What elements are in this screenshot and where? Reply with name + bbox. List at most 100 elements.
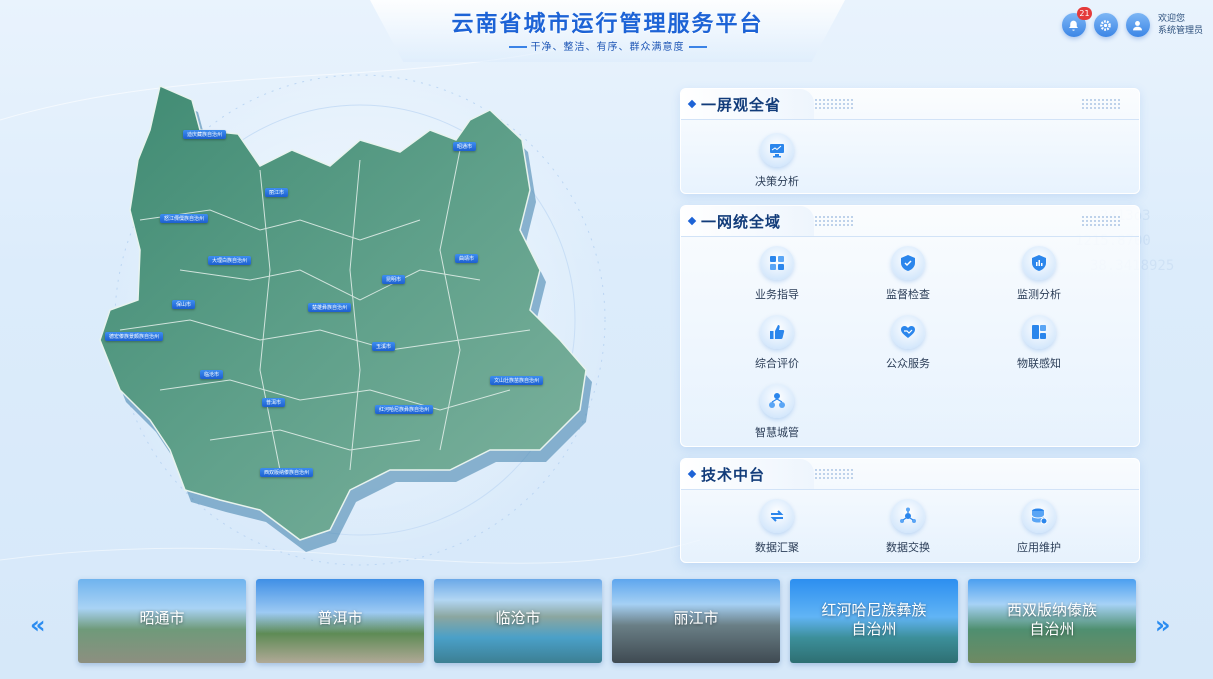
thumbs-up-icon (760, 315, 794, 349)
city-name: 普洱市 (317, 609, 363, 627)
diamond-icon (687, 99, 697, 109)
city-name: 昭通市 (139, 609, 185, 627)
item-label: 综合评价 (755, 357, 799, 370)
item-label: 监测分析 (1017, 288, 1061, 301)
gear-icon (1100, 19, 1112, 31)
item-label: 监督检查 (886, 288, 930, 301)
database-icon (1022, 499, 1056, 533)
welcome-greeting: 欢迎您 (1157, 14, 1185, 24)
map-region-label[interactable]: 怒江傈僳族自治州 (160, 214, 209, 223)
city-name: 丽江市 (673, 609, 719, 627)
user-avatar-button[interactable] (1125, 13, 1150, 37)
map-region-label[interactable]: 德宏傣族景颇族自治州 (105, 332, 164, 341)
city-card-honghe[interactable]: 红河哈尼族彝族 自治州 (790, 579, 958, 663)
item-label: 应用维护 (1017, 541, 1061, 554)
iot-icon (1022, 315, 1056, 349)
city-name: 西双版纳傣族 自治州 (1006, 601, 1097, 638)
item-smart-city-mgmt[interactable]: 智慧城管 (732, 384, 822, 440)
item-app-maintenance[interactable]: 应用维护 (994, 499, 1084, 555)
panel-tab: 技术中台 (681, 459, 814, 489)
map-region-label[interactable]: 玉溪市 (372, 342, 396, 351)
dots-decoration (814, 98, 854, 110)
item-label: 业务指导 (755, 288, 799, 301)
map-region-label[interactable]: 丽江市 (265, 188, 289, 197)
slogan-bar-right (688, 46, 707, 48)
diamond-icon (687, 216, 697, 226)
panel-tab: 一网统全域 (681, 206, 814, 236)
panel-province-view: 一屏观全省 决策分析 (680, 88, 1140, 194)
city-name: 临沧市 (495, 609, 541, 627)
notification-badge: 21 (1076, 7, 1092, 20)
diamond-icon (687, 469, 697, 479)
carousel-prev-button[interactable]: « (30, 611, 45, 639)
exchange-icon (891, 499, 925, 533)
map-region-label[interactable]: 保山市 (172, 300, 196, 309)
item-iot-sensing[interactable]: 物联感知 (994, 315, 1084, 371)
item-label: 智慧城管 (755, 426, 799, 439)
user-icon (1133, 20, 1143, 30)
item-business-guidance[interactable]: 业务指导 (732, 246, 822, 302)
welcome-text: 欢迎您 系统管理员 (1158, 13, 1203, 37)
network-icon (760, 384, 794, 418)
map-region-label[interactable]: 昆明市 (382, 275, 406, 284)
notification-button[interactable]: 21 (1061, 7, 1092, 37)
map-region-label[interactable]: 大理白族自治州 (208, 256, 252, 265)
panel-unified-network: 一网统全域 业务指导 监督检查 监测分析 综合评价 公众服务 物联感知 智慧城管 (680, 205, 1140, 447)
map-region-label[interactable]: 普洱市 (262, 398, 286, 407)
city-card-puer[interactable]: 普洱市 (256, 579, 424, 663)
map-region-label[interactable]: 西双版纳傣族自治州 (260, 468, 314, 477)
map-svg (99, 84, 592, 552)
map-region-label[interactable]: 曲靖市 (455, 254, 479, 263)
city-card-lijiang[interactable]: 丽江市 (612, 579, 780, 663)
item-monitor-analysis[interactable]: 监测分析 (994, 246, 1084, 302)
item-public-service[interactable]: 公众服务 (863, 315, 953, 371)
header-banner: 云南省城市运行管理服务平台 干净、整洁、有序、群众满意度 (370, 0, 845, 62)
item-data-aggregation[interactable]: 数据汇聚 (732, 499, 822, 555)
city-name: 红河哈尼族彝族 自治州 (821, 601, 927, 638)
item-data-exchange[interactable]: 数据交换 (863, 499, 953, 555)
map-land (99, 84, 587, 541)
map-region-label[interactable]: 迪庆藏族自治州 (183, 130, 227, 139)
map-region-label[interactable]: 楚雄彝族自治州 (308, 303, 352, 312)
panel-title: 技术中台 (701, 465, 766, 484)
grid-icon (760, 246, 794, 280)
item-label: 决策分析 (755, 175, 799, 188)
city-card-zhaotong[interactable]: 昭通市 (78, 579, 246, 663)
panel-tab: 一屏观全省 (681, 89, 814, 119)
welcome-username: 系统管理员 (1157, 26, 1203, 36)
heart-hand-icon (891, 315, 925, 349)
bell-icon (1069, 20, 1079, 31)
monitor-icon (760, 133, 794, 167)
slogan-text: 干净、整洁、有序、群众满意度 (530, 42, 685, 53)
item-label: 公众服务 (886, 357, 930, 370)
shield-icon (891, 246, 925, 280)
dots-decoration (1081, 215, 1121, 227)
yunnan-map[interactable]: 迪庆藏族自治州昭通市丽江市怒江傈僳族自治州大理白族自治州 曲靖市昆明市保山市 楚雄彝… (60, 70, 670, 570)
dots-decoration (814, 215, 854, 227)
carousel-next-button[interactable]: » (1155, 611, 1170, 639)
item-supervision-check[interactable]: 监督检查 (863, 246, 953, 302)
panel-header: 技术中台 (681, 459, 1139, 490)
map-region-label[interactable]: 红河哈尼族彝族自治州 (375, 405, 434, 414)
map-region-label[interactable]: 临沧市 (200, 370, 224, 379)
city-card-lincang[interactable]: 临沧市 (434, 579, 602, 663)
page-title: 云南省城市运行管理服务平台 (451, 12, 764, 37)
dots-decoration (1081, 98, 1121, 110)
item-label: 数据汇聚 (755, 541, 799, 554)
map-region-label[interactable]: 昭通市 (453, 142, 477, 151)
item-comprehensive-eval[interactable]: 综合评价 (732, 315, 822, 371)
city-card-xishuangbanna[interactable]: 西双版纳傣族 自治州 (968, 579, 1136, 663)
panel-header: 一屏观全省 (681, 89, 1139, 120)
item-decision-analysis[interactable]: 决策分析 (732, 133, 822, 189)
user-toolbar: 21 欢迎您 系统管理员 (1061, 7, 1203, 37)
map-region-label[interactable]: 文山壮族苗族自治州 (490, 376, 544, 385)
panel-title: 一网统全域 (701, 212, 782, 231)
sync-icon (760, 499, 794, 533)
slogan: 干净、整洁、有序、群众满意度 (370, 38, 845, 53)
dots-decoration (814, 468, 854, 480)
item-label: 数据交换 (886, 541, 930, 554)
shield-chart-icon (1022, 246, 1056, 280)
slogan-bar-left (508, 46, 527, 48)
settings-button[interactable] (1093, 13, 1118, 37)
item-label: 物联感知 (1017, 357, 1061, 370)
